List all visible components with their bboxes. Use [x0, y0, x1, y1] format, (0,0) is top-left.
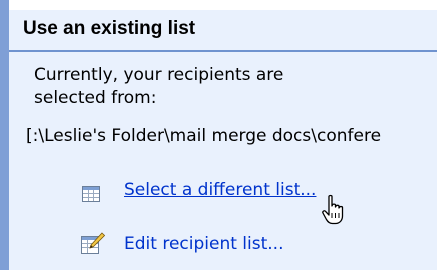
section-divider: [9, 50, 437, 52]
select-different-list-link[interactable]: Select a different list...: [124, 180, 316, 200]
data-source-path: [:\Leslie's Folder\mail merge docs\confe…: [26, 126, 382, 146]
description-line-1: Currently, your recipients are: [34, 65, 284, 85]
section-title: Use an existing list: [23, 18, 196, 39]
task-pane-frame: Use an existing list Currently, your rec…: [0, 0, 437, 270]
existing-list-section: Use an existing list Currently, your rec…: [9, 10, 437, 270]
hand-pointer-icon: [321, 194, 347, 231]
edit-list-icon[interactable]: [81, 232, 106, 259]
edit-recipient-list-link[interactable]: Edit recipient list...: [124, 234, 283, 254]
table-icon[interactable]: [82, 186, 100, 207]
description-line-2: selected from:: [34, 88, 157, 108]
recipients-description: Currently, your recipients are selected …: [34, 64, 283, 110]
